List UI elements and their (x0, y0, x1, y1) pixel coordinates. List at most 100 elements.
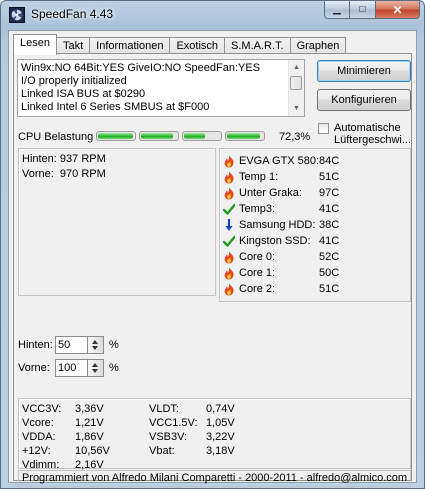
cpu-load-percent: 72,3% (279, 131, 311, 143)
voltage-value: 1,05V (206, 417, 235, 429)
flame-icon (224, 267, 234, 280)
log-scrollbar[interactable]: ▲ ▼ (288, 60, 304, 116)
speedfan-app-icon[interactable] (9, 7, 25, 23)
tab-lesen[interactable]: Lesen (13, 34, 57, 55)
flame-icon (224, 155, 234, 168)
voltage-name: Vbat: (149, 445, 175, 457)
fan-speed-label: Vorne: (18, 362, 50, 374)
voltage-name: Vcore: (22, 417, 54, 429)
temperature-value: 38C (319, 219, 340, 231)
temperature-sensor-name: Temp3: (239, 203, 276, 215)
spinner-arrows-icon[interactable] (88, 360, 103, 376)
fan-reading: Vorne: 970 RPM (22, 168, 106, 180)
temperature-sensor-name: Samsung HDD: (239, 219, 316, 231)
temperature-sensor-name: Unter Graka: (239, 187, 302, 199)
voltage-name: VCC1.5V: (149, 417, 198, 429)
cpu-load-label: CPU Belastung (18, 131, 94, 143)
temperature-sensor-name: Kingston SSD: (239, 235, 311, 247)
credits-footer: Programmiert von Alfredo Milani Comparet… (18, 470, 411, 487)
minimize-button[interactable]: Minimieren (317, 60, 411, 82)
voltage-value: 0,74V (206, 403, 235, 415)
voltage-name: VCC3V: (22, 403, 62, 415)
fan-speed-spinner[interactable]: 50 (55, 336, 104, 354)
voltage-value: 3,22V (206, 431, 235, 443)
cpu-core-bar (96, 131, 136, 141)
temperature-value: 41C (319, 203, 340, 215)
flame-icon (224, 283, 234, 296)
speedfan-window: SpeedFan 4.43 ▁ □ ✕ Lesen Takt Informati… (0, 0, 425, 489)
voltage-name: VSB3V: (149, 431, 188, 443)
close-icon: ✕ (392, 2, 403, 17)
voltage-value: 1,21V (75, 417, 104, 429)
temperature-value: 51C (319, 171, 340, 183)
caption-buttons: ▁ □ ✕ (324, 1, 420, 19)
fan-speed-label: Hinten: (18, 339, 53, 351)
cpu-core-bar-fill (184, 133, 205, 139)
temperature-value: 51C (319, 283, 340, 295)
cpu-core-bar (139, 131, 179, 141)
voltage-name: +12V: (22, 445, 51, 457)
auto-fan-speed-checkbox[interactable] (318, 123, 329, 134)
scroll-up-arrow-icon[interactable]: ▲ (289, 60, 304, 75)
voltage-value: 10,56V (75, 445, 110, 457)
temperature-sensor-name: Core 1: (239, 267, 276, 279)
fan-speed-unit: % (109, 362, 119, 374)
temperature-sensor-name: Core 0: (239, 251, 276, 263)
spinner-buttons[interactable] (87, 360, 103, 376)
voltage-panel: VCC3V: 3,36V Vcore: 1,21V VDDA: 1,86V +12V: 10,… (18, 398, 411, 471)
temperature-list: EVGA GTX 580: 84C Temp 1: 51C Unter Graka: 97… (219, 148, 411, 302)
auto-fan-speed-label: Automatische Lüftergeschwi... (334, 122, 411, 146)
fan-speed-unit: % (109, 339, 119, 351)
log-textbox[interactable]: Win9x:NO 64Bit:YES GiveIO:NO SpeedFan:YE… (17, 59, 305, 117)
down-arrow-icon (225, 219, 233, 231)
temperature-value: 52C (319, 251, 340, 263)
title-bar[interactable]: SpeedFan 4.43 ▁ □ ✕ (1, 1, 424, 29)
auto-fan-label-line2: Lüftergeschwi... (334, 134, 412, 146)
log-line: Win9x:NO 64Bit:YES GiveIO:NO SpeedFan:YE… (21, 62, 261, 74)
cpu-core-bar-fill (227, 133, 261, 139)
minimize-window-button[interactable]: ▁ (324, 1, 350, 19)
maximize-window-button[interactable]: □ (350, 1, 376, 19)
voltage-value: 1,86V (75, 431, 104, 443)
voltage-name: VLDT: (149, 403, 179, 415)
fan-speed-list: Hinten: 937 RPM Vorne: 970 RPM (18, 148, 216, 296)
spinner-arrows-icon[interactable] (88, 337, 103, 353)
flame-icon (224, 251, 234, 264)
scroll-thumb[interactable] (290, 76, 302, 90)
temperature-sensor-name: EVGA GTX 580: (239, 155, 320, 167)
cpu-core-bar-fill (141, 133, 174, 139)
window-title: SpeedFan 4.43 (31, 7, 114, 21)
configure-button[interactable]: Konfigurieren (317, 89, 411, 111)
maximize-icon: □ (359, 4, 366, 15)
spinner-buttons[interactable] (87, 337, 103, 353)
temperature-sensor-name: Core 2: (239, 283, 276, 295)
check-icon (223, 235, 235, 247)
fan-reading: Hinten: 937 RPM (22, 153, 106, 165)
fan-speed-value[interactable]: 50 (58, 339, 70, 351)
check-icon (223, 203, 235, 215)
temperature-sensor-name: Temp 1: (239, 171, 279, 183)
temperature-value: 50C (319, 267, 340, 279)
minimize-icon: ▁ (333, 4, 341, 15)
log-line: Linked ISA BUS at $0290 (21, 88, 146, 100)
voltage-value: 3,36V (75, 403, 104, 415)
voltage-name: VDDA: (22, 431, 56, 443)
cpu-load-bars (96, 131, 268, 141)
scroll-down-arrow-icon[interactable]: ▼ (289, 101, 304, 116)
flame-icon (224, 171, 234, 184)
voltage-value: 3,18V (206, 445, 235, 457)
auto-fan-label-line1: Automatische (334, 122, 401, 134)
cpu-core-bar-fill (98, 133, 133, 139)
fan-speed-spinner[interactable]: 100 (55, 359, 104, 377)
cpu-core-bar (225, 131, 265, 141)
flame-icon (224, 187, 234, 200)
fan-speed-value[interactable]: 100 (58, 362, 76, 374)
close-window-button[interactable]: ✕ (376, 1, 420, 19)
log-line: Linked Intel 6 Series SMBUS at $F000 (21, 101, 210, 113)
tab-strip: Lesen Takt Informationen Exotisch S.M.A.… (13, 34, 347, 55)
cpu-core-bar (182, 131, 222, 141)
readings-panel: Win9x:NO 64Bit:YES GiveIO:NO SpeedFan:YE… (13, 53, 412, 487)
log-line: I/O properly initialized (21, 75, 127, 87)
temperature-value: 41C (319, 235, 340, 247)
temperature-value: 84C (319, 155, 340, 167)
